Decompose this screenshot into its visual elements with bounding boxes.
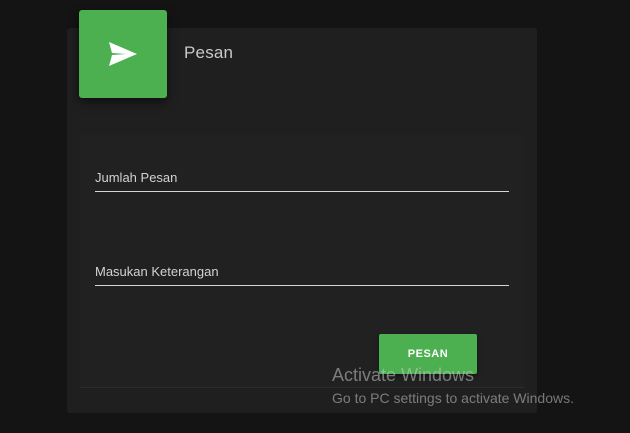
pesan-button[interactable]: PESAN xyxy=(379,334,477,374)
keterangan-input[interactable] xyxy=(95,264,509,285)
card-title: Pesan xyxy=(184,43,234,62)
keterangan-field xyxy=(95,263,509,286)
jumlah-pesan-field xyxy=(95,169,509,192)
card-icon-tile xyxy=(79,10,167,98)
send-icon xyxy=(108,41,138,67)
jumlah-pesan-input[interactable] xyxy=(95,170,509,191)
page: Pesan PESAN Activate Windows Go to PC se… xyxy=(0,0,630,433)
